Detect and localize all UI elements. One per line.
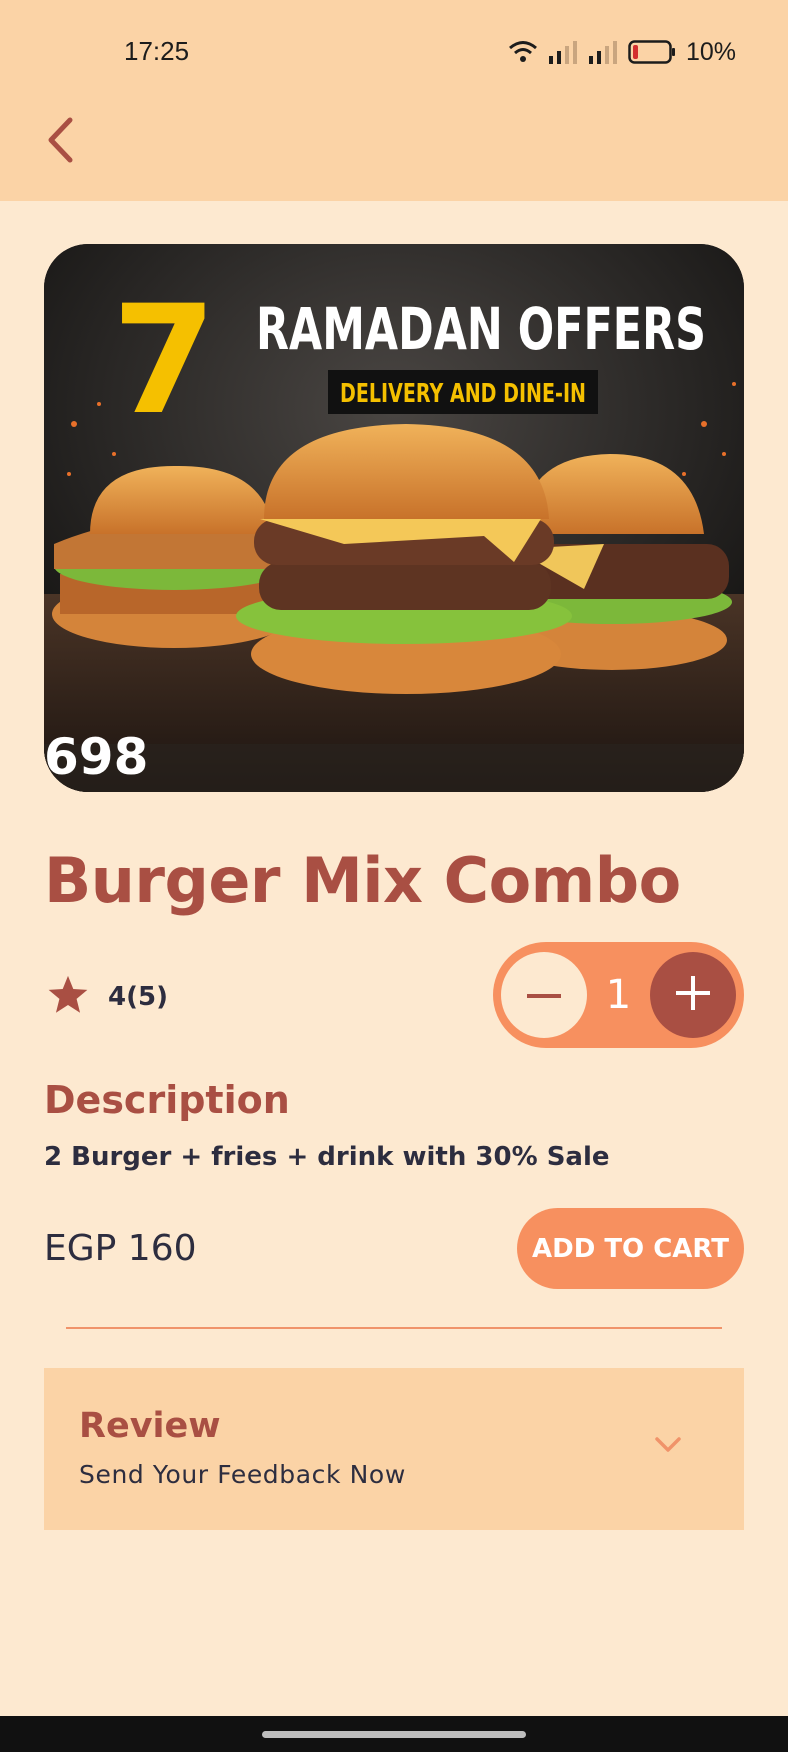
app-header: 17:25 10% [0, 0, 788, 201]
back-button[interactable] [40, 112, 80, 172]
product-title: Burger Mix Combo [44, 844, 681, 917]
star-icon [46, 974, 90, 1021]
review-section[interactable]: Review Send Your Feedback Now [44, 1368, 744, 1530]
battery-percent: 10% [685, 37, 736, 66]
promo-headline: RAMADAN OFFERS [256, 295, 706, 363]
minus-icon [527, 986, 561, 1004]
product-rating: 4(5) [46, 972, 168, 1022]
quantity-value: 1 [605, 972, 632, 1018]
system-navigation-bar [0, 1716, 788, 1752]
divider [66, 1327, 722, 1329]
description-heading: Description [44, 1078, 290, 1122]
increase-quantity-button[interactable] [649, 952, 736, 1038]
quantity-stepper: 1 [493, 942, 744, 1048]
promo-number: 7 [112, 274, 216, 448]
home-indicator[interactable] [262, 1731, 526, 1738]
plus-icon [675, 975, 710, 1015]
chevron-down-icon[interactable] [654, 1436, 682, 1459]
decrease-quantity-button[interactable] [501, 952, 587, 1038]
wifi-icon [508, 39, 538, 65]
product-price: EGP 160 [44, 1228, 197, 1269]
battery-icon [628, 40, 676, 64]
review-title: Review [79, 1406, 221, 1446]
promo-corner-price: 698 [44, 728, 148, 786]
rating-value: 4(5) [108, 982, 168, 1012]
review-subtitle: Send Your Feedback Now [79, 1460, 406, 1489]
status-icons: 10% [508, 36, 736, 68]
signal-icon [588, 40, 618, 64]
promo-tagline: DELIVERY AND DINE-IN [340, 379, 586, 409]
chevron-left-icon [45, 117, 75, 168]
status-time: 17:25 [124, 36, 190, 66]
add-to-cart-button[interactable]: ADD TO CART [517, 1208, 744, 1289]
product-image: 7 RAMADAN OFFERS DELIVERY AND DINE-IN 69… [44, 244, 744, 792]
burger-promo-image: 7 RAMADAN OFFERS DELIVERY AND DINE-IN 69… [44, 244, 744, 792]
description-text: 2 Burger + fries + drink with 30% Sale [44, 1142, 610, 1172]
signal-icon [548, 40, 578, 64]
